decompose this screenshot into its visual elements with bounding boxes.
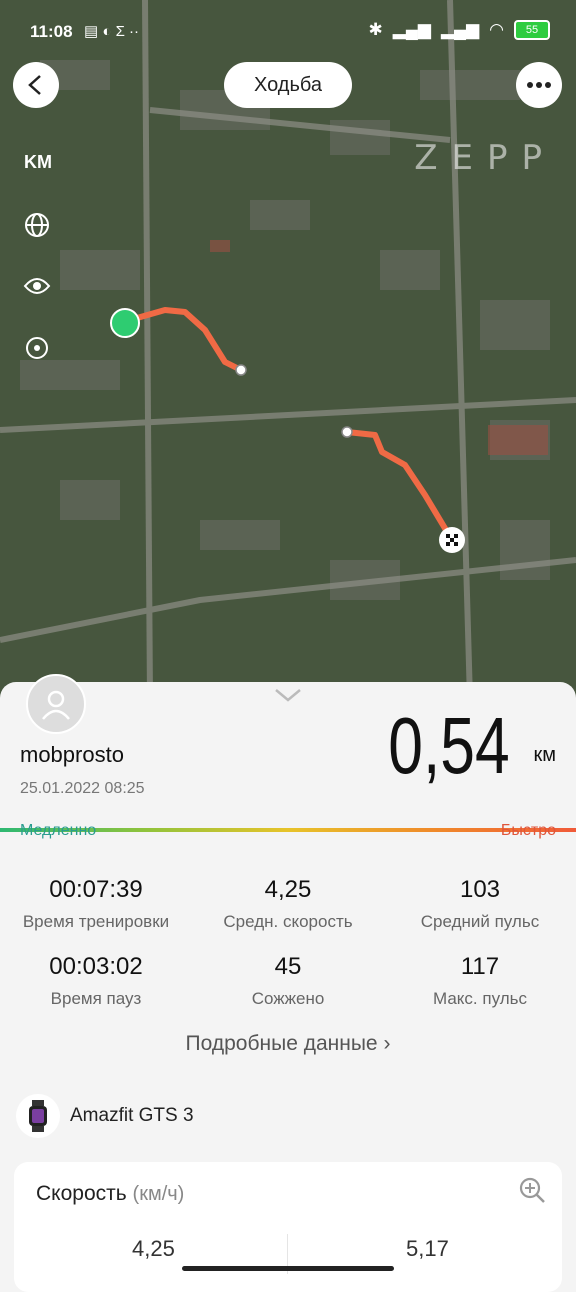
speed-title: Скорость [36, 1182, 127, 1205]
stat-label: Время тренировки [22, 912, 170, 931]
distance-unit: км [533, 744, 557, 766]
locate-icon[interactable] [22, 333, 52, 363]
username: mobprosto [20, 742, 124, 767]
collapse-chevron-icon[interactable] [274, 688, 302, 709]
stat-value: 00:03:02 [49, 953, 143, 980]
distance-value: 0,54 [388, 701, 510, 790]
speed-card-title: Скорость (км/ч) [36, 1182, 184, 1206]
back-button[interactable] [13, 62, 59, 108]
stat-calories: 45 Сожжено [192, 953, 384, 1009]
battery-icon: 55 [514, 20, 550, 40]
stat-avg-speed: 4,25 Средн. скорость [192, 876, 384, 932]
stat-label: Средн. скорость [223, 912, 353, 931]
unit-toggle[interactable]: KM [24, 152, 52, 173]
signal-icon: ▂▄▆ [392, 20, 431, 39]
zoom-in-icon[interactable] [518, 1176, 546, 1209]
bluetooth-icon: ✱ [368, 20, 383, 39]
status-time: 11:08 [30, 22, 73, 41]
stat-max-hr: 117 Макс. пульс [384, 953, 576, 1009]
stat-pause-time: 00:03:02 Время пауз [0, 953, 192, 1009]
stat-label: Средний пульс [420, 912, 540, 931]
stat-workout-time: 00:07:39 Время тренировки [0, 876, 192, 932]
start-marker [110, 308, 140, 338]
details-link-label: Подробные данные [185, 1032, 378, 1055]
stat-label: Макс. пульс [433, 989, 527, 1008]
wifi-icon: ◠ [489, 20, 504, 39]
avatar[interactable] [26, 674, 86, 734]
finish-flag-icon [439, 527, 465, 553]
device-row[interactable]: Amazfit GTS 3 [16, 1094, 194, 1138]
speed-unit: (км/ч) [132, 1183, 185, 1205]
chevron-right-icon: › [383, 1032, 391, 1055]
avg-speed-value: 4,25 [132, 1236, 175, 1261]
activity-title[interactable]: Ходьба [224, 62, 352, 108]
more-icon [527, 82, 551, 88]
globe-icon[interactable] [22, 210, 52, 240]
workout-datetime: 25.01.2022 08:25 [20, 780, 145, 797]
max-speed-value: 5,17 [406, 1236, 449, 1261]
stat-value: 117 [460, 953, 500, 980]
zepp-watermark: ZEPP [414, 138, 556, 178]
stat-value: 00:07:39 [49, 876, 143, 903]
more-button[interactable] [516, 62, 562, 108]
stat-avg-hr: 103 Средний пульс [384, 876, 576, 932]
speed-card[interactable]: Скорость (км/ч) 4,25 5,17 [14, 1162, 562, 1292]
eye-icon[interactable] [22, 271, 52, 301]
stat-value: 45 [274, 953, 302, 980]
notification-icon: ▤ ◐ Σ ·· [84, 23, 139, 40]
watch-icon [16, 1094, 60, 1138]
stat-label: Сожжено [251, 989, 325, 1008]
status-bar: 11:08 ▤ ◐ Σ ·· ✱ ▂▄▆ ▂▄▆ ◠ 55 [0, 0, 576, 62]
signal-icon-2: ▂▄▆ [440, 20, 480, 39]
chevron-left-icon [28, 75, 41, 95]
pace-fast-label: Быстро [500, 822, 556, 839]
pace-slow-label: Медленно [20, 822, 97, 839]
stat-value: 4,25 [264, 876, 312, 903]
details-link[interactable]: Подробные данные › [0, 1032, 576, 1056]
stat-label: Время пауз [50, 989, 142, 1008]
home-indicator[interactable] [182, 1266, 394, 1271]
device-name: Amazfit GTS 3 [70, 1105, 194, 1126]
stat-value: 103 [459, 876, 501, 903]
